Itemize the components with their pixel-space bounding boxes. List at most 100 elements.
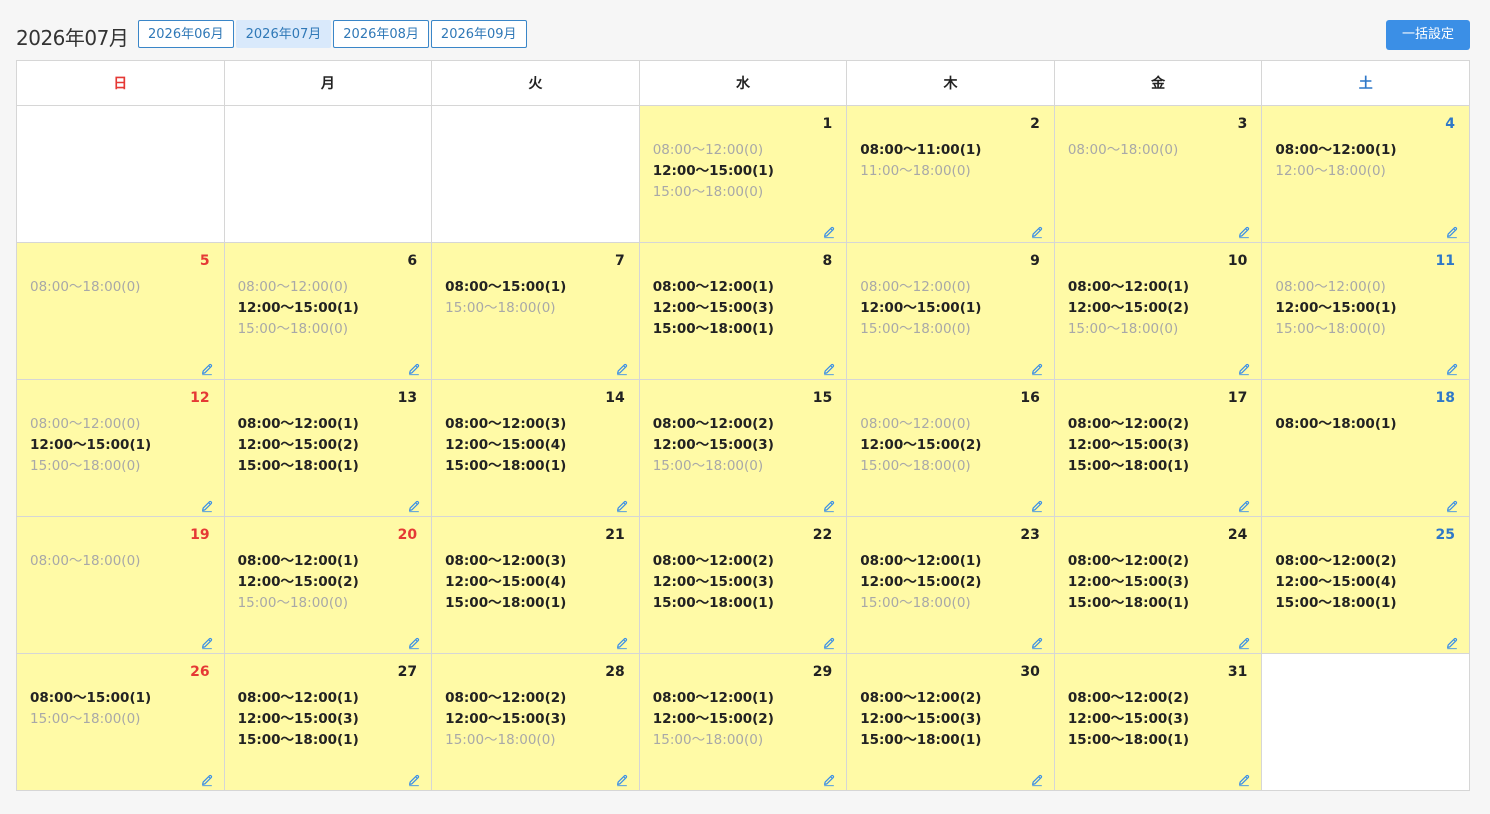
time-slot: 12:00〜15:00(2): [860, 574, 982, 590]
calendar-week-row: 19 08:00〜18:00(0) 20 08:00〜12:00(1) 12:00〜15…: [16, 516, 1470, 654]
day-cell[interactable]: 14 08:00〜12:00(3) 12:00〜15:00(4) 15:00〜18:0…: [431, 379, 640, 517]
pencil-icon[interactable]: [1237, 772, 1251, 787]
time-slot: 08:00〜12:00(2): [445, 690, 567, 706]
day-cell[interactable]: 27 08:00〜12:00(1) 12:00〜15:00(3) 15:00〜18:0…: [223, 653, 433, 791]
time-slot: 08:00〜12:00(1): [1067, 279, 1189, 295]
pencil-icon[interactable]: [407, 498, 421, 513]
day-number: 15: [812, 390, 833, 406]
pencil-icon[interactable]: [1030, 224, 1044, 239]
pencil-icon[interactable]: [615, 772, 629, 787]
time-slot: 08:00〜12:00(1): [237, 416, 359, 432]
day-cell[interactable]: 22 08:00〜12:00(2) 12:00〜15:00(3) 15:00〜18:0…: [638, 516, 848, 654]
day-number: 25: [1435, 527, 1455, 543]
day-cell[interactable]: 17 08:00〜12:00(2) 12:00〜15:00(3) 15:00〜18:0…: [1053, 379, 1263, 517]
month-tab-2026-08[interactable]: 2026年08月: [333, 20, 429, 48]
pencil-icon[interactable]: [407, 635, 421, 650]
pencil-icon[interactable]: [1030, 635, 1044, 650]
day-cell[interactable]: 1 08:00〜12:00(0) 12:00〜15:00(1) 15:00〜18:00…: [638, 105, 848, 243]
pencil-icon[interactable]: [615, 635, 629, 650]
day-cell[interactable]: 18 08:00〜18:00(1): [1261, 379, 1470, 517]
time-slot: 15:00〜18:00(0): [860, 595, 971, 611]
pencil-icon[interactable]: [1237, 361, 1251, 376]
day-cell[interactable]: 2 08:00〜11:00(1) 11:00〜18:00(0): [846, 105, 1055, 243]
pencil-icon[interactable]: [1030, 498, 1044, 513]
day-cell[interactable]: 26 08:00〜15:00(1) 15:00〜18:00(0): [16, 653, 225, 791]
pencil-icon[interactable]: [1030, 772, 1044, 787]
pencil-icon[interactable]: [200, 361, 214, 376]
day-cell[interactable]: 7 08:00〜15:00(1) 15:00〜18:00(0): [431, 242, 640, 380]
time-slot-list: 08:00〜12:00(2) 12:00〜15:00(3) 15:00〜18:00(…: [653, 551, 774, 614]
day-cell[interactable]: 23 08:00〜12:00(1) 12:00〜15:00(2) 15:00〜18:0…: [846, 516, 1055, 654]
day-cell[interactable]: 12 08:00〜12:00(0) 12:00〜15:00(1) 15:00〜18:0…: [16, 379, 225, 517]
bulk-settings-button[interactable]: 一括設定: [1385, 20, 1470, 50]
time-slot: 08:00〜15:00(1): [445, 279, 567, 295]
day-cell[interactable]: 16 08:00〜12:00(0) 12:00〜15:00(2) 15:00〜18:0…: [846, 379, 1055, 517]
month-tab-2026-06[interactable]: 2026年06月: [138, 20, 234, 48]
pencil-icon[interactable]: [1445, 498, 1459, 513]
pencil-icon[interactable]: [200, 772, 214, 787]
pencil-icon[interactable]: [615, 498, 629, 513]
time-slot: 12:00〜15:00(4): [1275, 574, 1397, 590]
day-cell[interactable]: 6 08:00〜12:00(0) 12:00〜15:00(1) 15:00〜18:00…: [223, 242, 433, 380]
day-cell[interactable]: 29 08:00〜12:00(1) 12:00〜15:00(2) 15:00〜18:0…: [638, 653, 848, 791]
pencil-icon[interactable]: [1237, 498, 1251, 513]
time-slot-list: 08:00〜12:00(2) 12:00〜15:00(3) 15:00〜18:00(…: [860, 688, 981, 751]
day-number: 27: [397, 664, 418, 680]
time-slot: 15:00〜18:00(1): [860, 732, 982, 748]
pencil-icon[interactable]: [200, 498, 214, 513]
pencil-icon[interactable]: [1445, 635, 1459, 650]
pencil-icon[interactable]: [1237, 635, 1251, 650]
pencil-icon[interactable]: [1237, 224, 1251, 239]
time-slot: 12:00〜15:00(2): [652, 711, 774, 727]
day-cell[interactable]: 10 08:00〜12:00(1) 12:00〜15:00(2) 15:00〜18:0…: [1053, 242, 1263, 380]
time-slot-list: 08:00〜15:00(1) 15:00〜18:00(0): [445, 277, 566, 319]
weekday-thursday: 木: [846, 60, 1055, 106]
day-cell[interactable]: 28 08:00〜12:00(2) 12:00〜15:00(3) 15:00〜18:0…: [431, 653, 640, 791]
day-cell[interactable]: 15 08:00〜12:00(2) 12:00〜15:00(3) 15:00〜18:0…: [638, 379, 848, 517]
time-slot: 15:00〜18:00(0): [652, 732, 764, 748]
time-slot: 12:00〜15:00(4): [445, 437, 567, 453]
pencil-icon[interactable]: [822, 224, 836, 239]
time-slot: 15:00〜18:00(0): [30, 458, 141, 474]
time-slot: 08:00〜12:00(0): [237, 279, 348, 295]
pencil-icon[interactable]: [822, 635, 836, 650]
day-cell[interactable]: 30 08:00〜12:00(2) 12:00〜15:00(3) 15:00〜18:0…: [846, 653, 1055, 791]
time-slot-list: 08:00〜12:00(3) 12:00〜15:00(4) 15:00〜18:00(…: [445, 414, 566, 477]
pencil-icon[interactable]: [615, 361, 629, 376]
day-number: 16: [1020, 390, 1040, 406]
day-cell[interactable]: 8 08:00〜12:00(1) 12:00〜15:00(3) 15:00〜18:00…: [638, 242, 848, 380]
day-cell[interactable]: 21 08:00〜12:00(3) 12:00〜15:00(4) 15:00〜18:0…: [431, 516, 640, 654]
pencil-icon[interactable]: [407, 361, 421, 376]
day-number: 24: [1227, 527, 1248, 543]
day-cell[interactable]: 11 08:00〜12:00(0) 12:00〜15:00(1) 15:00〜18:0…: [1261, 242, 1470, 380]
day-cell[interactable]: 13 08:00〜12:00(1) 12:00〜15:00(2) 15:00〜18:0…: [223, 379, 433, 517]
day-number: 22: [812, 527, 833, 543]
month-tab-2026-09[interactable]: 2026年09月: [430, 20, 527, 48]
time-slot: 12:00〜15:00(3): [860, 711, 982, 727]
day-cell[interactable]: 25 08:00〜12:00(2) 12:00〜15:00(4) 15:00〜18:0…: [1261, 516, 1470, 654]
pencil-icon[interactable]: [407, 772, 421, 787]
day-cell[interactable]: 24 08:00〜12:00(2) 12:00〜15:00(3) 15:00〜18:0…: [1053, 516, 1263, 654]
pencil-icon[interactable]: [1030, 361, 1044, 376]
time-slot: 15:00〜18:00(0): [860, 321, 971, 337]
pencil-icon[interactable]: [1445, 224, 1459, 239]
day-cell[interactable]: 31 08:00〜12:00(2) 12:00〜15:00(3) 15:00〜18:0…: [1053, 653, 1263, 791]
time-slot-list: 08:00〜12:00(2) 12:00〜15:00(3) 15:00〜18:00(…: [445, 688, 566, 751]
time-slot: 15:00〜18:00(0): [30, 711, 141, 727]
pencil-icon[interactable]: [822, 498, 836, 513]
day-cell[interactable]: 5 08:00〜18:00(0): [16, 242, 225, 380]
day-number: 20: [397, 527, 418, 543]
pencil-icon[interactable]: [822, 772, 836, 787]
time-slot: 15:00〜18:00(0): [652, 184, 764, 200]
month-tab-2026-07[interactable]: 2026年07月: [235, 20, 332, 48]
day-cell[interactable]: 3 08:00〜18:00(0): [1053, 105, 1263, 243]
day-cell[interactable]: 19 08:00〜18:00(0): [16, 516, 225, 654]
weekday-sunday: 日: [16, 60, 225, 106]
day-cell[interactable]: 9 08:00〜12:00(0) 12:00〜15:00(1) 15:00〜18:00…: [846, 242, 1055, 380]
time-slot: 08:00〜12:00(2): [1067, 690, 1189, 706]
pencil-icon[interactable]: [1445, 361, 1459, 376]
pencil-icon[interactable]: [200, 635, 214, 650]
pencil-icon[interactable]: [822, 361, 836, 376]
day-cell[interactable]: 4 08:00〜12:00(1) 12:00〜18:00(0): [1261, 105, 1470, 243]
day-cell[interactable]: 20 08:00〜12:00(1) 12:00〜15:00(2) 15:00〜18:0…: [223, 516, 433, 654]
